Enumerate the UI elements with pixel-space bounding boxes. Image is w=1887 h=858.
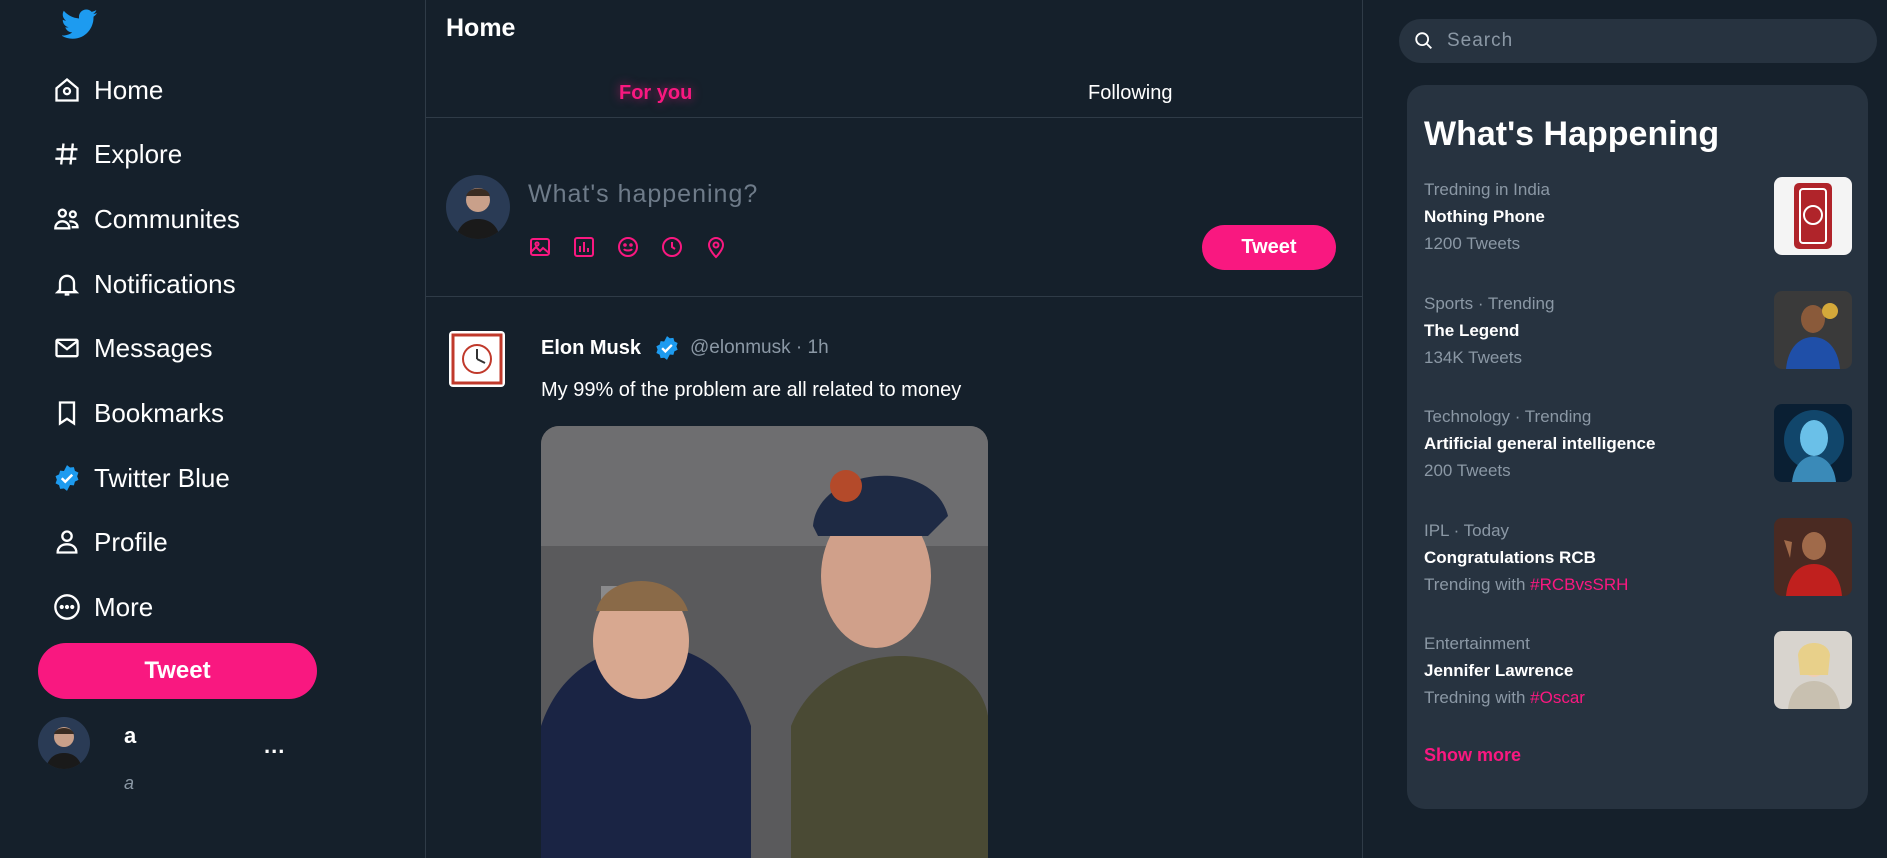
bookmark-icon <box>52 398 82 428</box>
nav-label: Twitter Blue <box>94 462 230 493</box>
search-input[interactable] <box>1447 30 1847 52</box>
nav-item-more[interactable]: More <box>52 585 153 629</box>
trend-item[interactable]: Sports · Trending The Legend 134K Tweets <box>1424 291 1854 375</box>
left-sidebar: Home Explore Communites Notifications Me… <box>0 0 425 858</box>
envelope-icon <box>52 333 82 363</box>
trend-item[interactable]: Tredning in India Nothing Phone 1200 Twe… <box>1424 177 1854 261</box>
show-more-link[interactable]: Show more <box>1424 745 1521 766</box>
nav-label: Explore <box>94 138 183 169</box>
user-name: a <box>124 723 137 748</box>
trend-thumbnail <box>1774 404 1852 482</box>
trend-item[interactable]: IPL · Today Congratulations RCB Trending… <box>1424 518 1854 602</box>
sidebar-tweet-button[interactable]: Tweet <box>38 643 317 699</box>
compose-tweet-button[interactable]: Tweet <box>1202 225 1336 270</box>
nav-item-communities[interactable]: Communites <box>52 197 240 241</box>
nav-item-twitter-blue[interactable]: Twitter Blue <box>52 456 230 500</box>
avatar[interactable] <box>38 717 90 769</box>
more-circle-icon <box>52 592 82 622</box>
compose-avatar <box>446 175 510 239</box>
poll-icon[interactable] <box>572 234 616 260</box>
location-icon[interactable] <box>704 234 748 260</box>
nav-item-home[interactable]: Home <box>52 68 163 112</box>
nav-label: Notifications <box>94 268 236 299</box>
tab-following[interactable]: Following <box>1088 82 1172 112</box>
trend-item[interactable]: Technology · Trending Artificial general… <box>1424 404 1854 488</box>
schedule-icon[interactable] <box>660 234 704 260</box>
trends-panel: What's Happening Tredning in India Nothi… <box>1407 85 1868 809</box>
trend-hashtag-link[interactable]: #RCBvsSRH <box>1530 575 1628 594</box>
post-author-name[interactable]: Elon Musk <box>541 337 641 360</box>
post-image[interactable] <box>541 426 988 858</box>
compose-input[interactable] <box>528 176 1128 212</box>
user-more-button[interactable]: ... <box>264 733 285 759</box>
nav-item-explore[interactable]: Explore <box>52 132 182 176</box>
tab-for-you[interactable]: For you <box>619 82 692 112</box>
nav-label: Messages <box>94 332 213 363</box>
person-icon <box>52 527 82 557</box>
trends-title: What's Happening <box>1424 115 1720 153</box>
nav-item-notifications[interactable]: Notifications <box>52 262 236 306</box>
image-icon[interactable] <box>528 234 572 260</box>
verified-badge-icon <box>654 335 680 361</box>
emoji-icon[interactable] <box>616 234 660 260</box>
nav-label: Home <box>94 74 164 105</box>
twitter-logo-icon[interactable] <box>61 6 98 42</box>
trend-thumbnail <box>1774 518 1852 596</box>
hashtag-icon <box>52 139 82 169</box>
page-title: Home <box>446 14 516 42</box>
search-icon <box>1413 30 1435 52</box>
user-handle: a <box>124 773 135 793</box>
post-avatar[interactable] <box>449 331 505 387</box>
bell-icon <box>52 269 82 299</box>
trend-hashtag-link[interactable]: #Oscar <box>1530 688 1585 707</box>
nav-label: Profile <box>94 526 168 557</box>
trend-thumbnail <box>1774 631 1852 709</box>
divider <box>426 296 1362 297</box>
post-author-handle[interactable]: @elonmusk · 1h <box>690 337 829 359</box>
compose-toolbar <box>528 234 748 260</box>
post-text: My 99% of the problem are all related to… <box>541 379 962 401</box>
nav-label: More <box>94 591 154 622</box>
post-time: · 1h <box>795 337 829 358</box>
trend-thumbnail <box>1774 177 1852 255</box>
home-icon <box>52 75 82 105</box>
nav-label: Communites <box>94 203 240 234</box>
nav-item-messages[interactable]: Messages <box>52 326 213 370</box>
nav-item-profile[interactable]: Profile <box>52 520 168 564</box>
divider <box>426 117 1362 118</box>
nav-label: Bookmarks <box>94 397 225 428</box>
nav-item-bookmarks[interactable]: Bookmarks <box>52 391 224 435</box>
verified-badge-icon <box>52 463 82 493</box>
search-bar[interactable] <box>1399 19 1877 63</box>
trend-thumbnail <box>1774 291 1852 369</box>
main-feed: Home For you Following Tweet Elon Musk @… <box>425 0 1363 858</box>
trend-item[interactable]: Entertainment Jennifer Lawrence Tredning… <box>1424 631 1854 715</box>
communities-icon <box>52 204 82 234</box>
